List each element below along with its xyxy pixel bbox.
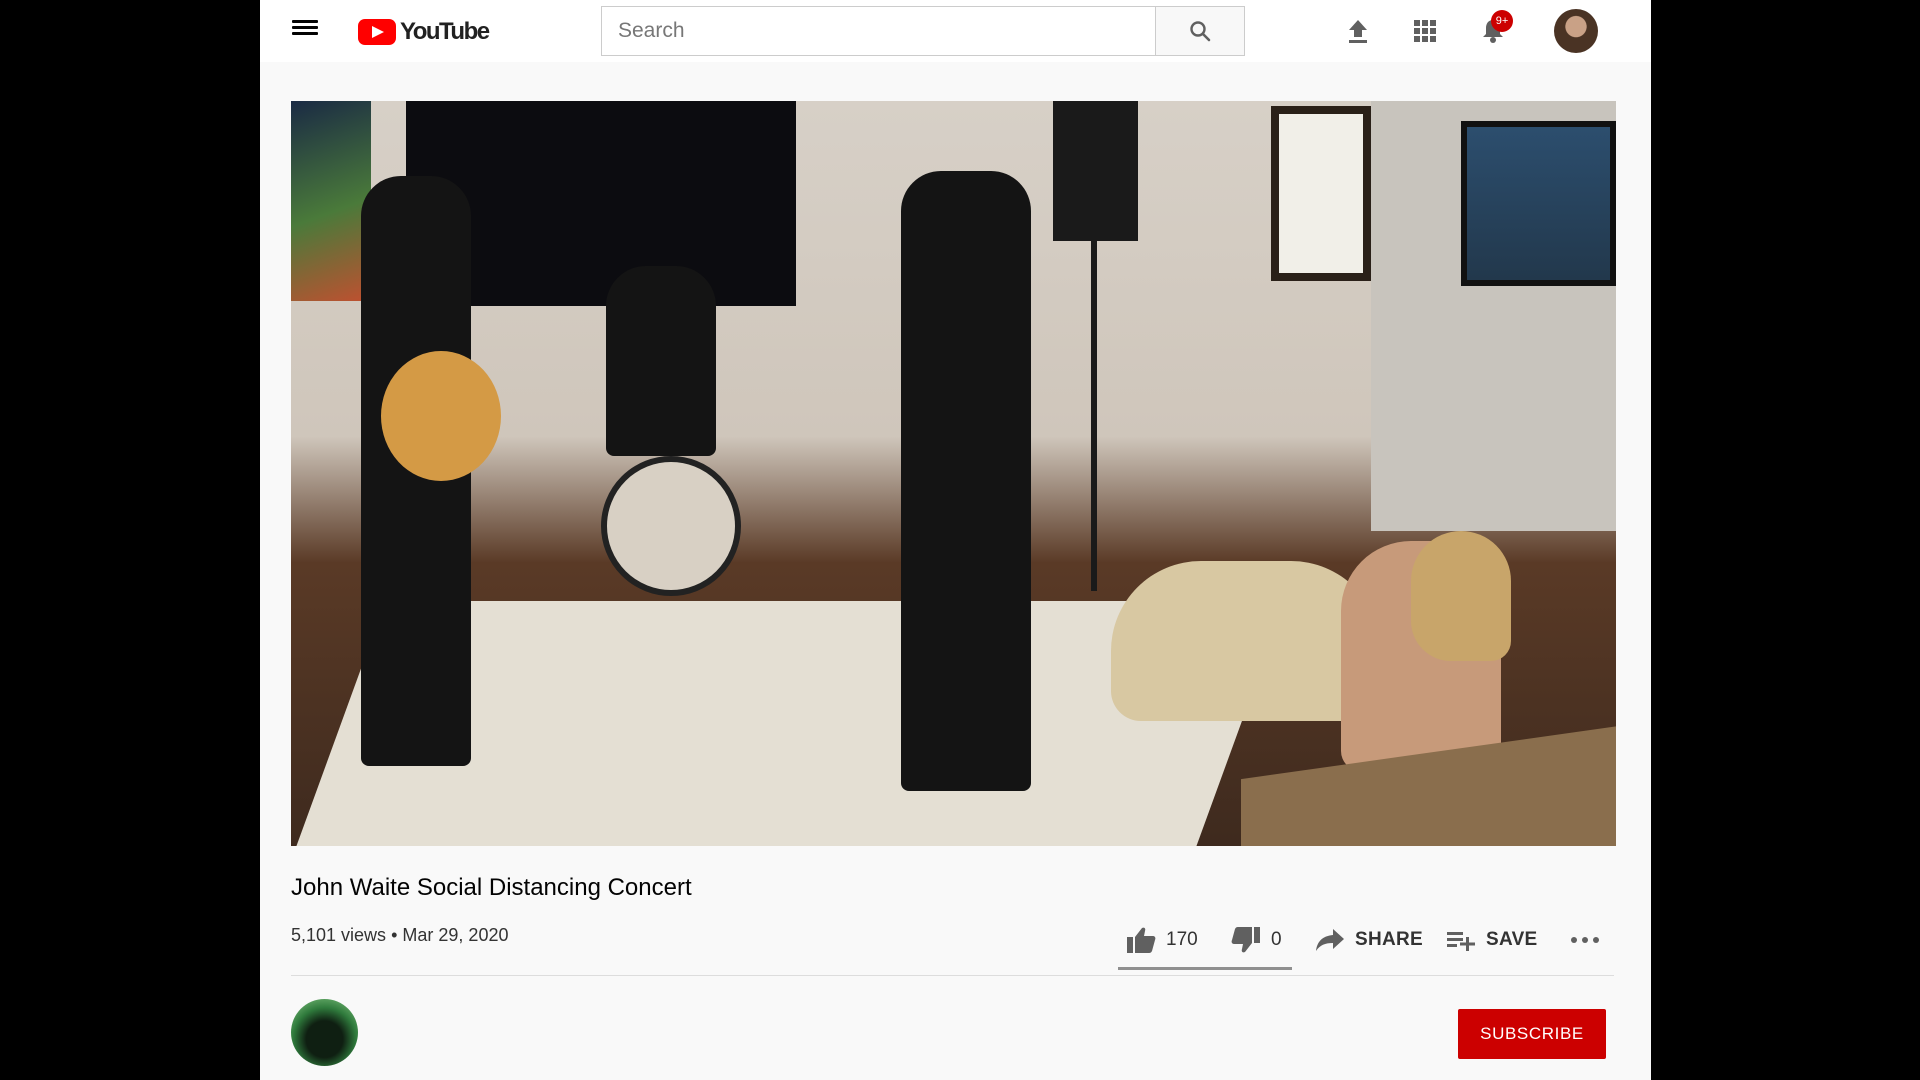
search-bar — [601, 6, 1245, 56]
thumbs-down-icon — [1231, 927, 1260, 953]
search-button[interactable] — [1155, 6, 1245, 56]
video-title: John Waite Social Distancing Concert — [291, 874, 692, 901]
channel-avatar[interactable] — [291, 999, 358, 1066]
playlist-add-icon — [1447, 932, 1475, 951]
youtube-page: YouTube Search 9+ John Waite Social Dist… — [260, 0, 1651, 1080]
share-arrow-icon — [1316, 929, 1344, 951]
divider — [291, 975, 1614, 976]
search-icon — [1190, 21, 1211, 42]
more-horiz-icon — [1571, 937, 1599, 943]
like-count: 170 — [1166, 929, 1198, 950]
youtube-logo[interactable]: YouTube — [358, 17, 490, 47]
share-button[interactable]: SHARE — [1315, 920, 1423, 960]
dislike-count: 0 — [1271, 929, 1282, 950]
upload-button[interactable] — [1343, 16, 1373, 46]
logo-text: YouTube — [400, 18, 490, 45]
thumbs-up-icon — [1127, 927, 1156, 953]
youtube-play-icon — [358, 19, 396, 45]
like-ratio-bar — [1118, 967, 1292, 970]
save-label: SAVE — [1486, 929, 1538, 950]
notification-badge: 9+ — [1491, 10, 1513, 32]
more-actions-button[interactable] — [1570, 920, 1600, 960]
search-input[interactable] — [601, 6, 1155, 56]
share-label: SHARE — [1355, 929, 1424, 950]
like-button[interactable]: 170 — [1126, 920, 1198, 960]
save-button[interactable]: SAVE — [1446, 920, 1538, 960]
video-actions: 170 0 SHARE SAVE — [260, 920, 1651, 960]
dislike-button[interactable]: 0 — [1231, 920, 1282, 960]
upload-icon — [1349, 20, 1367, 43]
top-bar: YouTube Search 9+ — [260, 0, 1651, 62]
video-player[interactable] — [291, 101, 1616, 846]
account-avatar[interactable] — [1554, 9, 1598, 53]
subscribe-button[interactable]: SUBSCRIBE — [1458, 1009, 1606, 1059]
menu-icon[interactable] — [290, 17, 320, 43]
apps-button[interactable] — [1410, 16, 1440, 46]
apps-icon — [1414, 20, 1436, 42]
